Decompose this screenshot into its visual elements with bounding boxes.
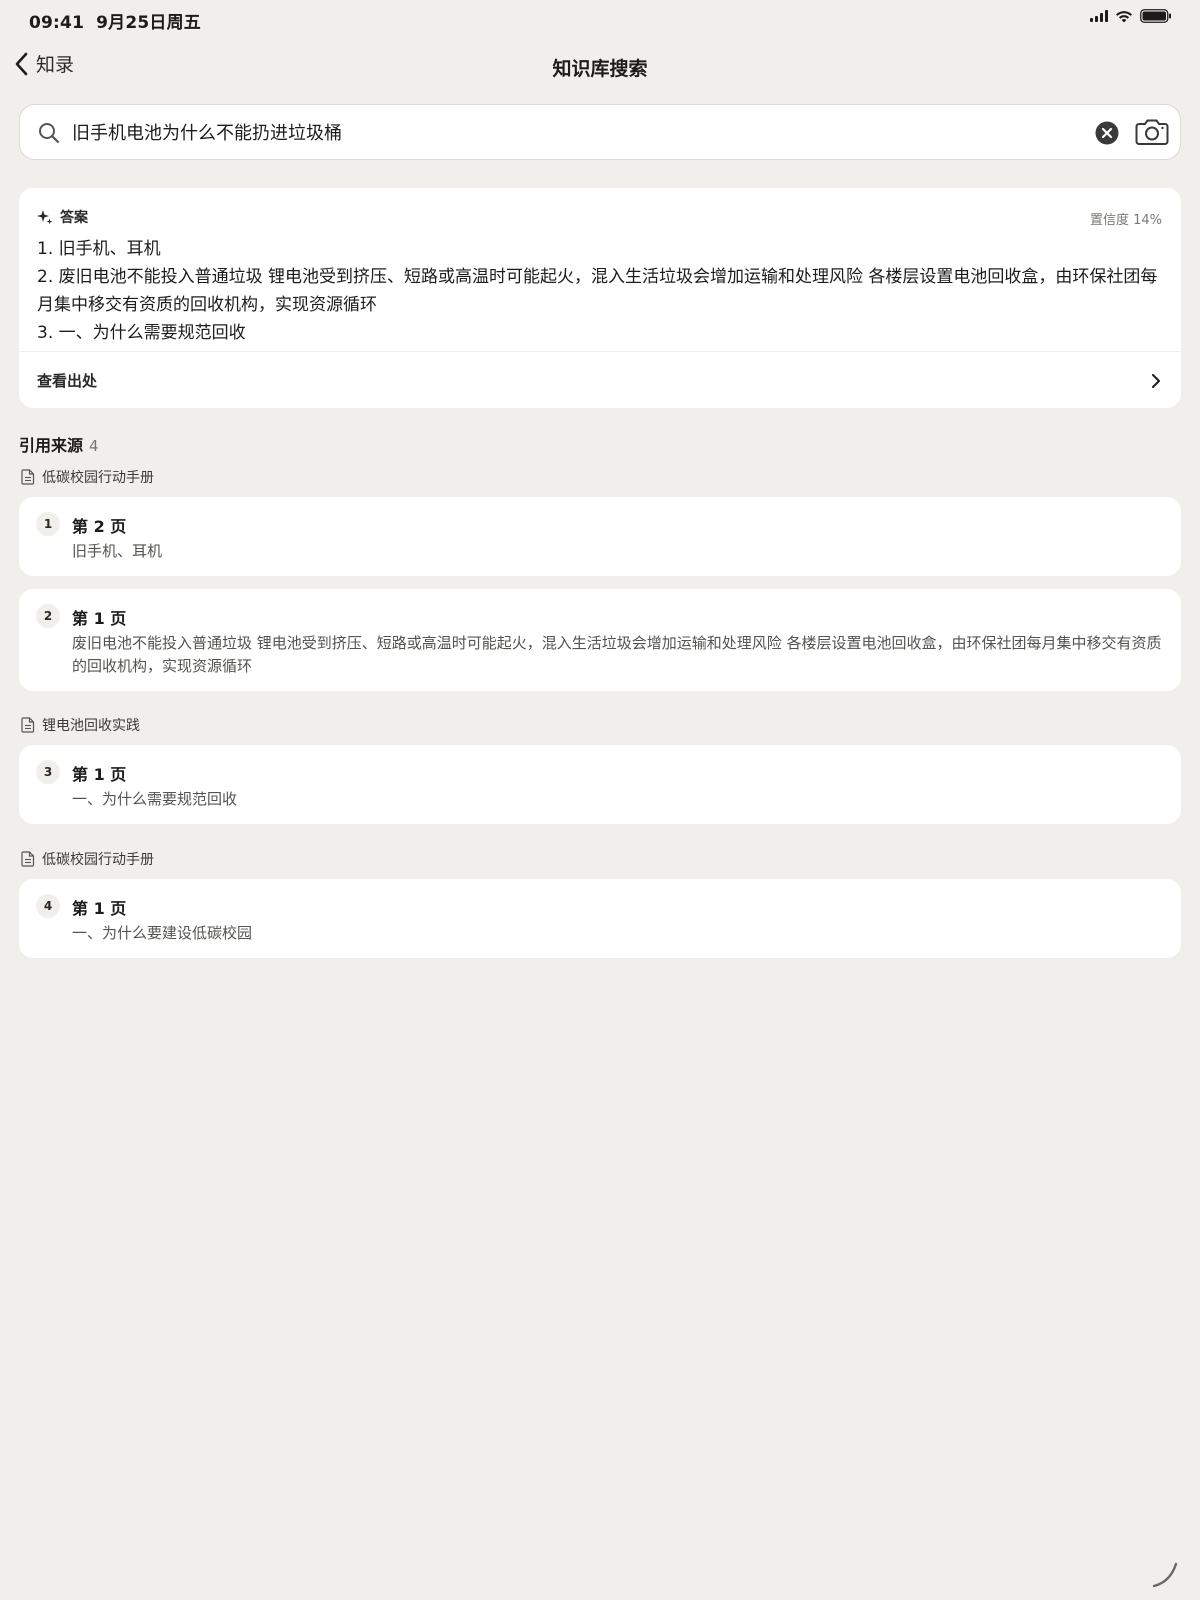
search-box xyxy=(19,104,1181,160)
signal-icon xyxy=(1090,10,1108,22)
confidence-badge: 置信度 14% xyxy=(1089,213,1162,228)
sparkle-icon xyxy=(37,210,53,225)
reference-snippet: 一、为什么需要规范回收 xyxy=(72,790,238,808)
search-input[interactable] xyxy=(72,115,1082,149)
reference-page: 第 1 页 xyxy=(72,899,127,918)
status-time: 09:41 xyxy=(29,13,85,33)
reference-snippet: 一、为什么要建设低碳校园 xyxy=(72,924,253,942)
reference-snippet: 旧手机、耳机 xyxy=(72,542,163,560)
reference-card[interactable]: 3 第 1 页 一、为什么需要规范回收 xyxy=(19,745,1181,824)
document-icon xyxy=(21,717,35,733)
document-header: 锂电池回收实践 xyxy=(21,715,140,735)
document-name: 低碳校园行动手册 xyxy=(42,470,154,486)
wifi-icon xyxy=(1116,10,1132,22)
references-label: 引用来源 xyxy=(19,436,84,455)
references-title: 引用来源 4 xyxy=(19,432,99,456)
document-name: 锂电池回收实践 xyxy=(42,718,140,734)
view-source-label: 查看出处 xyxy=(37,372,98,390)
reference-card[interactable]: 1 第 2 页 旧手机、耳机 xyxy=(19,497,1181,576)
status-bar: 09:41 9月25日周五 xyxy=(0,0,1200,36)
reference-number: 1 xyxy=(36,512,60,536)
reference-snippet: 废旧电池不能投入普通垃圾 锂电池受到挤压、短路或高温时可能起火，混入生活垃圾会增… xyxy=(72,634,1162,675)
page-title: 知识库搜索 xyxy=(552,58,648,80)
document-icon xyxy=(21,851,35,867)
reference-number: 2 xyxy=(36,604,60,628)
answer-label: 答案 xyxy=(60,210,88,226)
reference-page: 第 1 页 xyxy=(72,609,127,628)
document-icon xyxy=(21,469,35,485)
view-source-button[interactable]: 查看出处 xyxy=(19,351,1181,407)
reference-card[interactable]: 4 第 1 页 一、为什么要建设低碳校园 xyxy=(19,879,1181,958)
answer-header: 答案 xyxy=(37,207,88,227)
document-name: 低碳校园行动手册 xyxy=(42,852,154,868)
document-header: 低碳校园行动手册 xyxy=(21,849,154,869)
status-icons xyxy=(1090,9,1172,23)
nav-bar: 知录 知识库搜索 xyxy=(0,44,1200,88)
answer-line: 3. 一、为什么需要规范回收 xyxy=(37,323,246,343)
reference-number: 4 xyxy=(36,894,60,918)
resize-handle-icon xyxy=(1152,1562,1178,1588)
references-count: 4 xyxy=(89,437,99,455)
status-time-date: 09:41 9月25日周五 xyxy=(29,8,201,33)
reference-number: 3 xyxy=(36,760,60,784)
answer-line: 1. 旧手机、耳机 xyxy=(37,239,161,259)
chevron-right-icon xyxy=(1152,374,1160,388)
reference-page: 第 2 页 xyxy=(72,517,127,536)
clear-icon[interactable] xyxy=(1095,121,1119,145)
page: 09:41 9月25日周五 知录 知识库搜索 旧手机电池为什么不能扔进垃圾桶 答… xyxy=(0,0,1200,1600)
battery-icon xyxy=(1140,9,1171,23)
status-date: 9月25日周五 xyxy=(96,13,202,33)
answer-text: 1. 旧手机、耳机 2. 废旧电池不能投入普通垃圾 锂电池受到挤压、短路或高温时… xyxy=(37,235,1163,347)
answer-card: 答案 置信度 14% 1. 旧手机、耳机 2. 废旧电池不能投入普通垃圾 锂电池… xyxy=(19,188,1181,408)
answer-line: 2. 废旧电池不能投入普通垃圾 锂电池受到挤压、短路或高温时可能起火，混入生活垃… xyxy=(37,267,1158,315)
reference-card[interactable]: 2 第 1 页 废旧电池不能投入普通垃圾 锂电池受到挤压、短路或高温时可能起火，… xyxy=(19,589,1181,691)
reference-page: 第 1 页 xyxy=(72,765,127,784)
camera-icon[interactable] xyxy=(1135,118,1169,146)
document-header: 低碳校园行动手册 xyxy=(21,467,154,487)
search-icon xyxy=(39,123,60,144)
